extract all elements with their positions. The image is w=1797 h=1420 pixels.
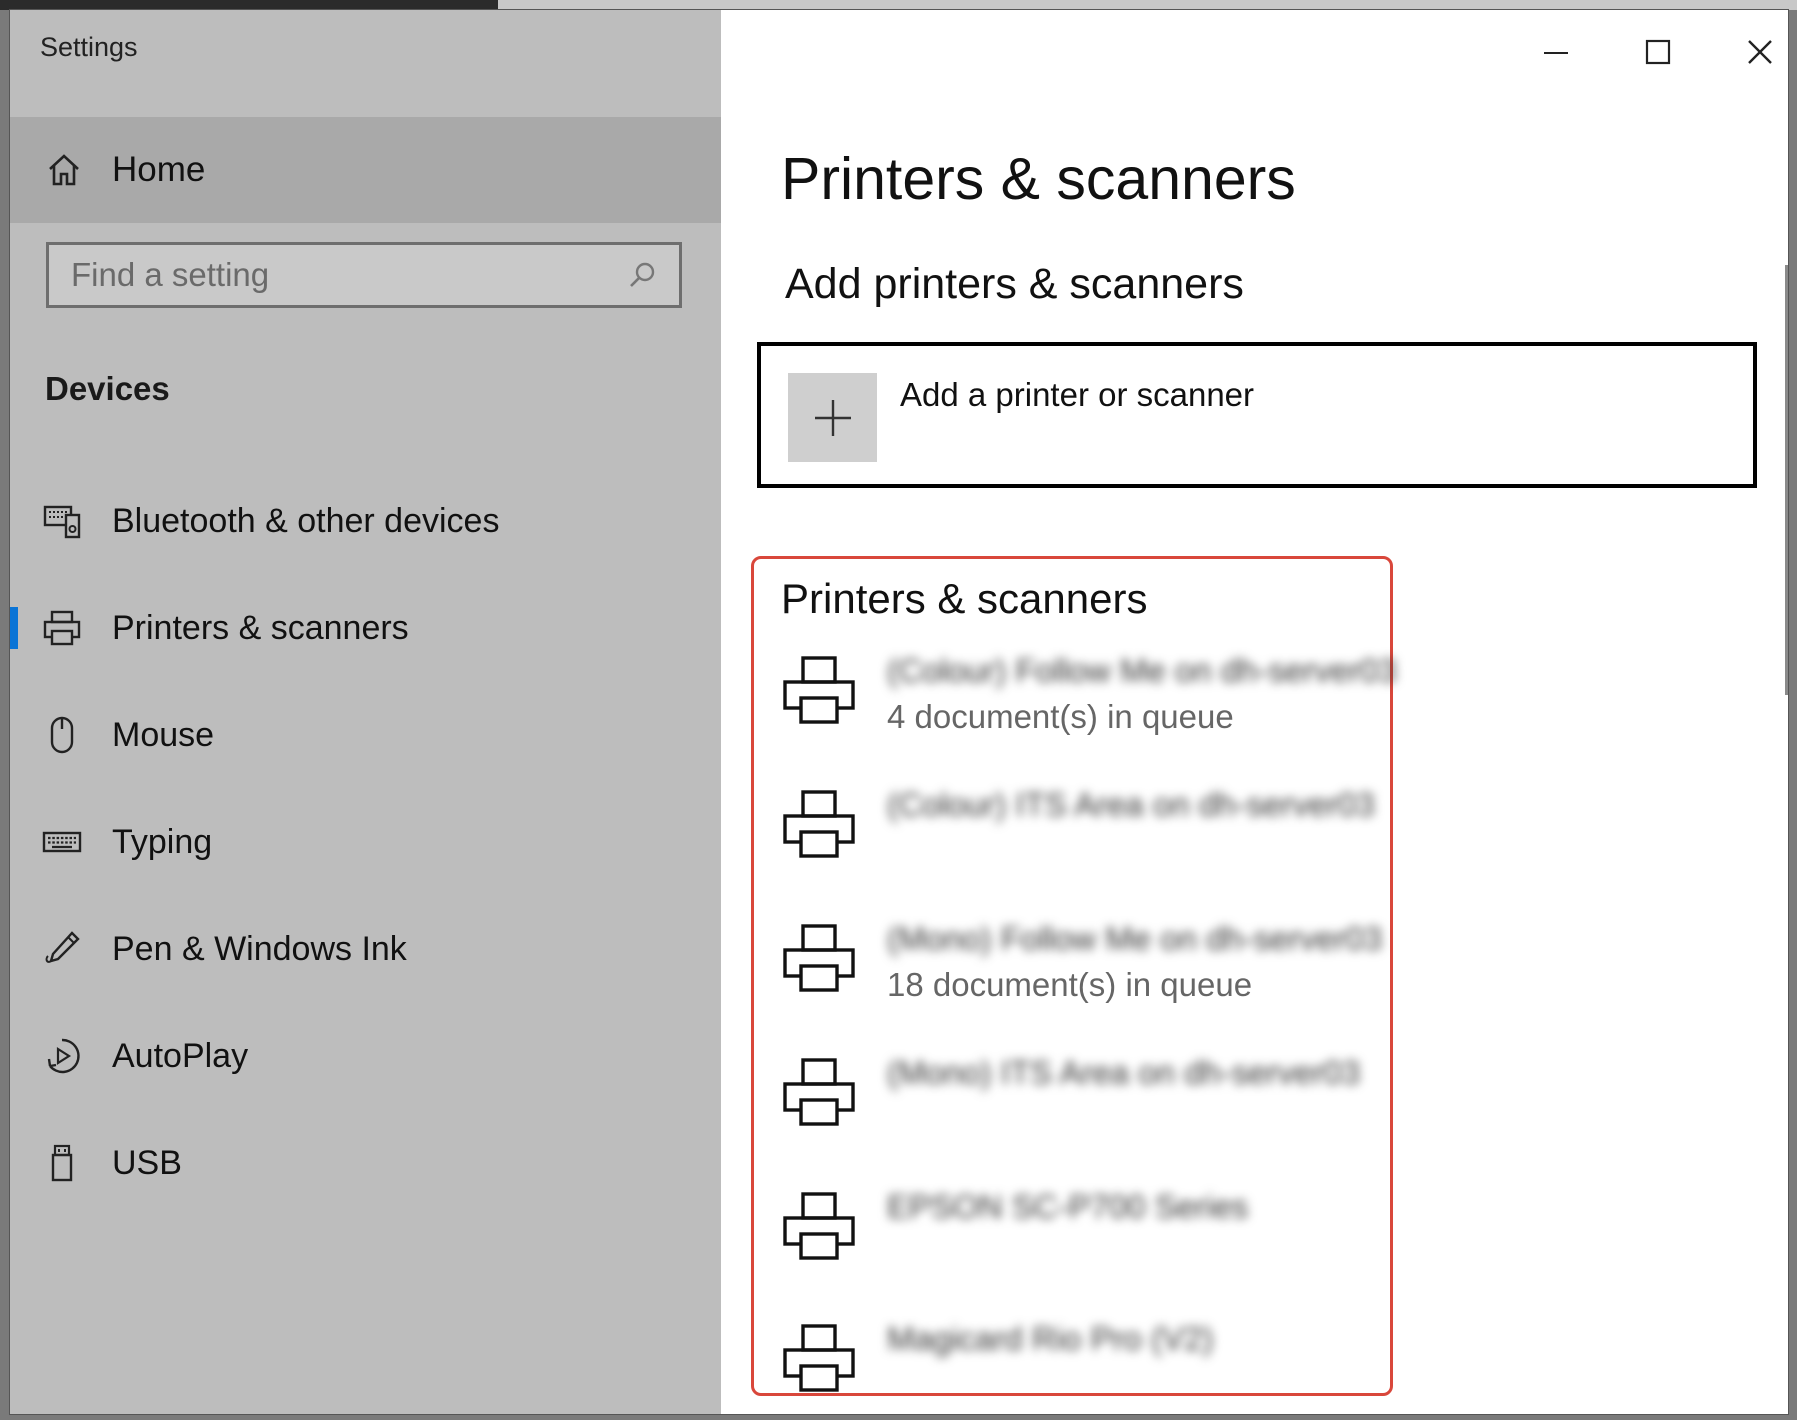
background-window-strip (498, 0, 1797, 10)
minimize-button[interactable] (1521, 22, 1591, 82)
mouse-icon (42, 715, 82, 755)
printer-icon (783, 1058, 855, 1126)
sidebar-item-autoplay[interactable]: AutoPlay (10, 1011, 721, 1101)
printer-status: 18 document(s) in queue (887, 966, 1253, 1003)
sidebar-item-label: Printers & scanners (112, 608, 409, 647)
plus-icon (814, 399, 851, 436)
printer-icon (783, 656, 855, 724)
main-content: Printers & scanners Add printers & scann… (721, 10, 1788, 1414)
sidebar-item-label: Mouse (112, 715, 215, 754)
search-icon[interactable] (627, 260, 657, 290)
search-input[interactable]: Find a setting (46, 242, 682, 308)
printer-name: (Mono) ITS Area on dh-server03 (887, 1054, 1361, 1091)
sidebar-item-label: Pen & Windows Ink (112, 929, 407, 968)
printer-icon (783, 924, 855, 992)
printer-status: 4 document(s) in queue (887, 698, 1234, 735)
printer-icon (783, 790, 855, 858)
printer-list-item[interactable]: Magicard Rio Pro (V2) (781, 1320, 1381, 1414)
home-label: Home (112, 150, 206, 189)
printer-name: (Colour) ITS Area on dh-server03 (887, 786, 1375, 823)
printer-list-item[interactable]: EPSON SC-P700 Series (781, 1188, 1381, 1298)
close-icon (1748, 40, 1772, 64)
background-taskbar-strip (0, 0, 498, 10)
sidebar: Settings Home Find a setting Devices Blu… (10, 10, 721, 1414)
close-button[interactable] (1725, 22, 1788, 82)
page-title: Printers & scanners (781, 146, 1296, 212)
sidebar-item-label: USB (112, 1143, 182, 1182)
sidebar-item-printers-scanners[interactable]: Printers & scanners (10, 583, 721, 673)
sidebar-item-typing[interactable]: Typing (10, 797, 721, 887)
sidebar-item-label: Bluetooth & other devices (112, 501, 500, 540)
printer-name: (Colour) Follow Me on dh-server03 (887, 652, 1397, 689)
printer-name: EPSON SC-P700 Series (887, 1188, 1249, 1225)
add-tile (788, 373, 877, 462)
printer-list-item[interactable]: (Colour) ITS Area on dh-server03 (781, 786, 1381, 896)
printer-list-item[interactable]: (Mono) ITS Area on dh-server03 (781, 1054, 1381, 1164)
minimize-icon (1544, 52, 1568, 54)
sidebar-item-pen[interactable]: Pen & Windows Ink (10, 904, 721, 994)
maximize-button[interactable] (1623, 22, 1693, 82)
usb-icon (42, 1143, 82, 1183)
autoplay-icon (42, 1036, 82, 1076)
sidebar-item-mouse[interactable]: Mouse (10, 690, 721, 780)
printer-name: Magicard Rio Pro (V2) (887, 1320, 1214, 1357)
printer-icon (783, 1192, 855, 1260)
settings-window: Settings Home Find a setting Devices Blu… (10, 10, 1788, 1414)
maximize-icon (1645, 39, 1671, 65)
printers-section-heading: Printers & scanners (781, 575, 1148, 622)
home-icon (49, 154, 79, 186)
pen-icon (42, 929, 82, 969)
home-nav-item[interactable]: Home (10, 117, 721, 223)
section-heading-devices: Devices (45, 370, 170, 407)
add-section-heading: Add printers & scanners (785, 260, 1244, 308)
search-placeholder: Find a setting (71, 256, 270, 293)
add-printer-button[interactable]: Add a printer or scanner (757, 342, 1757, 488)
keyboard-icon (42, 822, 82, 862)
sidebar-item-label: Typing (112, 822, 213, 861)
sidebar-item-label: AutoPlay (112, 1036, 249, 1075)
add-printer-label: Add a printer or scanner (900, 376, 1255, 413)
printer-list-item[interactable]: (Mono) Follow Me on dh-server03 18 docum… (781, 920, 1383, 1030)
window-title: Settings (40, 32, 138, 62)
printer-icon (783, 1324, 855, 1392)
sidebar-item-usb[interactable]: USB (10, 1118, 721, 1208)
bluetooth-devices-icon (42, 501, 82, 541)
printer-icon (42, 608, 82, 648)
printer-list-item[interactable]: (Colour) Follow Me on dh-server03 4 docu… (781, 652, 1397, 762)
vertical-scrollbar[interactable] (1785, 265, 1788, 695)
sidebar-item-bluetooth[interactable]: Bluetooth & other devices (10, 476, 721, 566)
printer-name: (Mono) Follow Me on dh-server03 (887, 920, 1383, 957)
